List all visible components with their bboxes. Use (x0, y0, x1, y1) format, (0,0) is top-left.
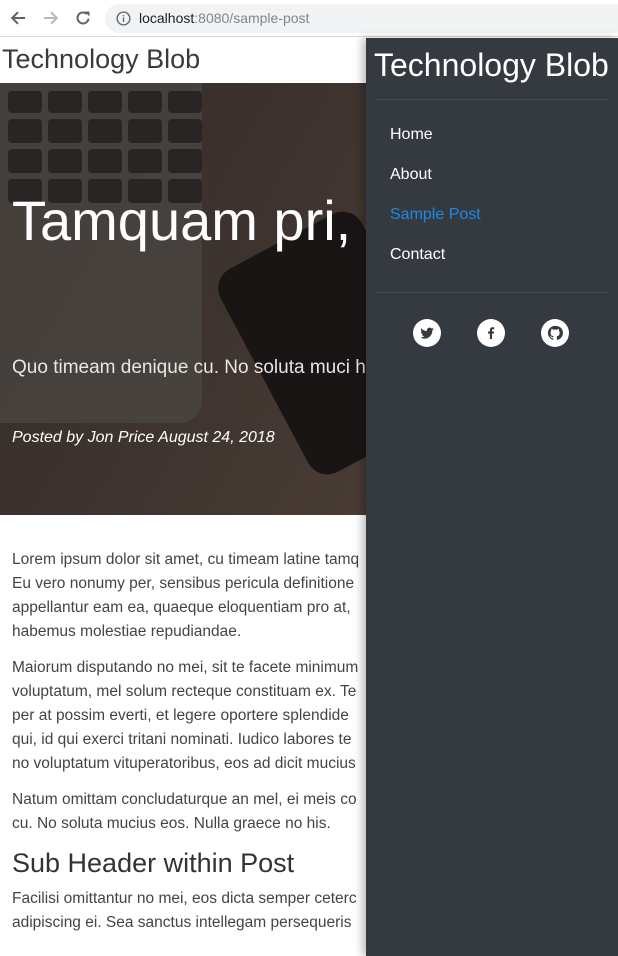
back-button[interactable] (7, 7, 29, 29)
arrow-right-icon (44, 11, 59, 25)
github-icon (547, 325, 563, 340)
drawer-divider (376, 99, 608, 100)
browser-toolbar: localhost:8080/sample-post (0, 0, 618, 37)
post-meta: Posted by Jon Price August 24, 2018 (12, 429, 275, 446)
paragraph-line: habemus molestiae repudiandae. (12, 623, 242, 640)
url-path: :8080/sample-post (194, 10, 310, 26)
twitter-link[interactable] (413, 319, 441, 347)
nav-item-home[interactable]: Home (390, 125, 481, 165)
paragraph-line: Natum omittam concludaturque an mel, ei … (12, 791, 357, 808)
nav-item-sample-post[interactable]: Sample Post (390, 205, 481, 245)
paragraph-line: Facilisi omittantur no mei, eos dicta se… (12, 890, 357, 907)
paragraph-line: appellantur eam ea, quaeque eloquentiam … (12, 599, 351, 616)
forward-button[interactable] (40, 7, 62, 29)
paragraph-line: no voluptatum vituperatoribus, eos ad di… (12, 755, 356, 772)
nav-drawer: Technology Blob Home About Sample Post C… (366, 38, 618, 956)
reload-icon (76, 11, 90, 25)
github-link[interactable] (541, 319, 569, 347)
twitter-icon (420, 327, 434, 339)
paragraph-line: per at possim everti, et legere oportere… (12, 707, 349, 724)
drawer-nav: Home About Sample Post Contact (390, 125, 481, 285)
site-brand[interactable]: Technology Blob (2, 44, 200, 75)
address-bar[interactable]: localhost:8080/sample-post (105, 4, 618, 33)
drawer-divider (376, 292, 608, 293)
url-host: localhost (139, 10, 195, 26)
url-text[interactable]: localhost:8080/sample-post (139, 10, 309, 27)
drawer-title[interactable]: Technology Blob (374, 47, 609, 84)
post-subtitle: Quo timeam denique cu. No soluta muci hi… (12, 357, 380, 378)
info-icon[interactable] (116, 11, 131, 26)
facebook-icon (488, 327, 495, 339)
facebook-link[interactable] (477, 319, 505, 347)
paragraph-line: qui, id qui exerci tritani nominati. Iud… (12, 731, 352, 748)
nav-item-about[interactable]: About (390, 165, 481, 205)
paragraph-line: adipiscing ei. Sea sanctus intellegam pe… (12, 914, 352, 931)
paragraph-line: Maiorum disputando no mei, sit te facete… (12, 659, 359, 676)
paragraph-line: voluptatum, mel solum recteque constitua… (12, 683, 357, 700)
arrow-left-icon (10, 11, 25, 25)
post-title: Tamquam pri, veniam his ea (12, 189, 618, 252)
paragraph-line: Lorem ipsum dolor sit amet, cu timeam la… (12, 551, 360, 568)
nav-item-contact[interactable]: Contact (390, 245, 481, 285)
paragraph-line: Eu vero nonumy per, sensibus pericula de… (12, 575, 355, 592)
paragraph-line: cu. No soluta mucius eos. Nulla graece n… (12, 815, 331, 832)
reload-button[interactable] (72, 7, 94, 29)
